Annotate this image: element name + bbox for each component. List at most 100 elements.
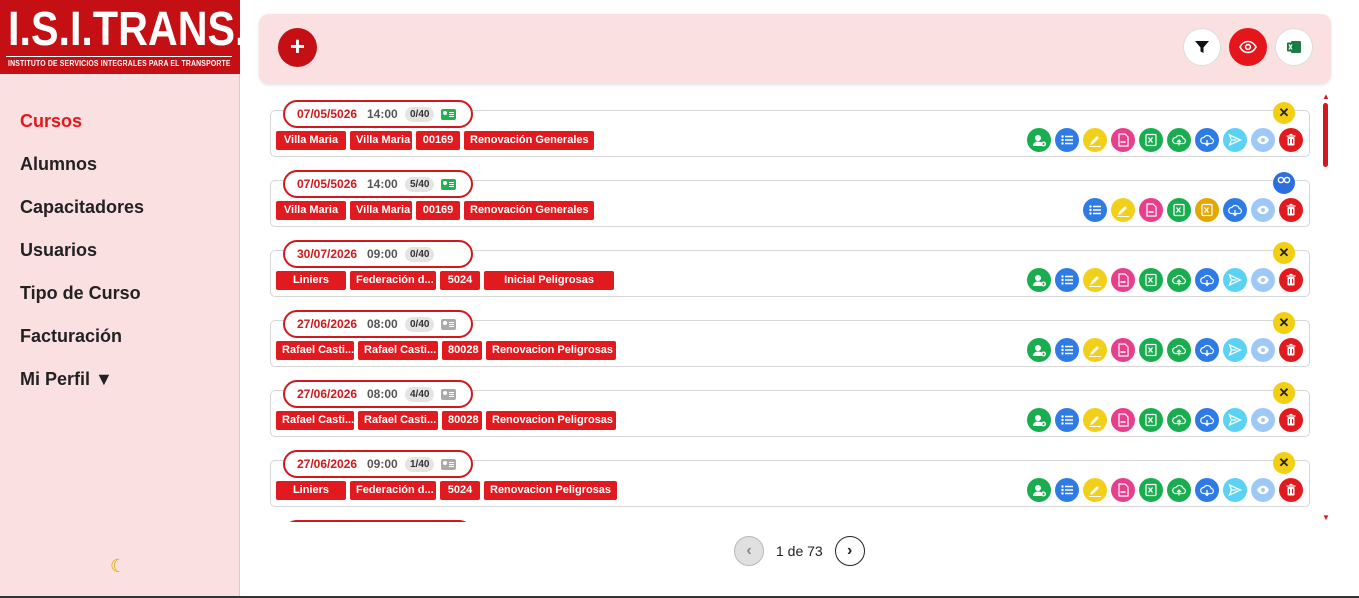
add-student-button[interactable] [1027,408,1051,432]
delete-button[interactable] [1279,478,1303,502]
sidebar-item-alumnos[interactable]: Alumnos [20,153,144,196]
delete-button[interactable] [1279,268,1303,292]
pdf-button[interactable] [1139,198,1163,222]
send-button[interactable] [1223,128,1247,152]
status-close-icon[interactable]: ✕ [1273,102,1295,124]
excel-button[interactable] [1139,408,1163,432]
download-button[interactable] [1223,198,1247,222]
add-student-button[interactable] [1027,338,1051,362]
edit-button[interactable] [1083,128,1107,152]
excel-button[interactable] [1139,338,1163,362]
send-button[interactable] [1223,268,1247,292]
excel-yellow-button[interactable] [1195,198,1219,222]
excel-button[interactable] [1139,268,1163,292]
excel-button[interactable] [1167,198,1191,222]
course-datetime-pill[interactable]: 07/05/5026 14:00 0/40 [283,100,473,128]
add-student-button[interactable] [1027,478,1051,502]
delete-button[interactable] [1279,128,1303,152]
add-student-button[interactable] [1027,128,1051,152]
edit-button[interactable] [1083,268,1107,292]
view-button[interactable] [1251,268,1275,292]
scroll-up-arrow-icon[interactable]: ▲ [1322,92,1330,101]
download-button[interactable] [1195,408,1219,432]
edit-button[interactable] [1083,478,1107,502]
previous-page-button[interactable]: ‹ [734,536,764,566]
upload-button[interactable] [1167,338,1191,362]
sidebar-item-facturacion[interactable]: Facturación [20,325,144,368]
course-datetime-pill[interactable]: 27/06/2026 09:00 1/40 [283,450,473,478]
logo-divider [6,56,232,57]
logo[interactable]: I.S.I.TRANS. INSTITUTO DE SERVICIOS INTE… [0,0,240,74]
pdf-icon [1146,203,1157,217]
next-page-button[interactable]: › [834,536,865,566]
status-view-icon[interactable] [1273,172,1295,194]
status-close-icon[interactable]: ✕ [1273,382,1295,404]
view-button[interactable] [1251,338,1275,362]
download-button[interactable] [1195,338,1219,362]
upload-button[interactable] [1167,408,1191,432]
pdf-button[interactable] [1111,268,1135,292]
status-close-icon[interactable]: ✕ [1273,452,1295,474]
list-button[interactable] [1083,198,1107,222]
list-button[interactable] [1055,268,1079,292]
upload-icon [1172,414,1186,426]
download-button[interactable] [1195,128,1219,152]
sidebar-item-usuarios[interactable]: Usuarios [20,239,144,282]
upload-button[interactable] [1167,478,1191,502]
view-button[interactable] [1251,408,1275,432]
course-datetime-pill[interactable]: 27/06/2026 08:00 0/40 [283,310,473,338]
list-button[interactable] [1055,338,1079,362]
sidebar-item-mi-perfil[interactable]: Mi Perfil ▼ [20,368,144,411]
list-button[interactable] [1055,478,1079,502]
delete-button[interactable] [1279,198,1303,222]
sidebar-item-tipo-de-curso[interactable]: Tipo de Curso [20,282,144,325]
course-date: 07/05/5026 [297,177,358,191]
course-actions [1027,128,1303,152]
course-datetime-pill[interactable]: 27/06/2026 08:00 4/40 [283,380,473,408]
course-card: 27/06/2026 08:00 0/40 Rafael Casti... Rafael… [270,310,1310,367]
delete-button[interactable] [1279,408,1303,432]
pdf-button[interactable] [1111,408,1135,432]
course-tag: 5024 [440,481,480,500]
status-close-icon[interactable]: ✕ [1273,312,1295,334]
status-close-icon[interactable]: ✕ [1273,242,1295,264]
course-datetime-pill[interactable] [283,520,473,522]
send-button[interactable] [1223,408,1247,432]
add-student-button[interactable] [1027,268,1051,292]
sidebar-item-capacitadores[interactable]: Capacitadores [20,196,144,239]
export-excel-button[interactable] [1275,28,1313,66]
toggle-view-button[interactable] [1229,28,1267,66]
scrollbar-thumb[interactable] [1323,103,1328,167]
list-button[interactable] [1055,408,1079,432]
course-datetime-pill[interactable]: 30/07/2026 09:00 0/40 [283,240,473,268]
view-button[interactable] [1251,128,1275,152]
view-button[interactable] [1251,198,1275,222]
download-button[interactable] [1195,268,1219,292]
edit-button[interactable] [1111,198,1135,222]
filter-button[interactable] [1183,28,1221,66]
pdf-button[interactable] [1111,128,1135,152]
sidebar-item-cursos[interactable]: Cursos [20,110,144,153]
upload-button[interactable] [1167,128,1191,152]
filter-icon [1195,41,1209,53]
course-datetime-pill[interactable]: 07/05/5026 14:00 5/40 [283,170,473,198]
pagination: ‹ 1 de 73 › [734,536,865,566]
app: I.S.I.TRANS. INSTITUTO DE SERVICIOS INTE… [0,0,1359,598]
edit-button[interactable] [1083,408,1107,432]
delete-button[interactable] [1279,338,1303,362]
dark-mode-moon-icon[interactable]: ☾ [110,556,126,577]
edit-button[interactable] [1083,338,1107,362]
pdf-button[interactable] [1111,478,1135,502]
pdf-button[interactable] [1111,338,1135,362]
view-button[interactable] [1251,478,1275,502]
list-button[interactable] [1055,128,1079,152]
add-course-button[interactable]: + [278,28,317,67]
send-button[interactable] [1223,478,1247,502]
send-button[interactable] [1223,338,1247,362]
excel-button[interactable] [1139,478,1163,502]
view-icon [1257,275,1269,285]
upload-button[interactable] [1167,268,1191,292]
excel-button[interactable] [1139,128,1163,152]
download-button[interactable] [1195,478,1219,502]
scroll-down-arrow-icon[interactable]: ▼ [1322,513,1330,522]
